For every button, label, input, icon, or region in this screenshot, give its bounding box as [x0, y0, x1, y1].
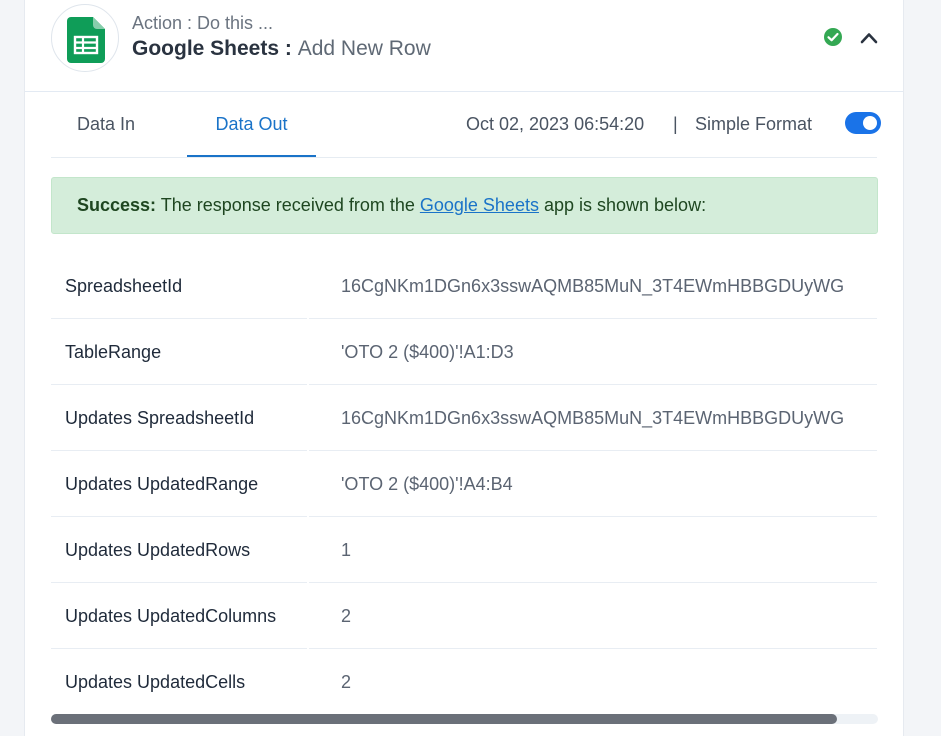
action-name: Add New Row — [297, 37, 431, 60]
horizontal-scrollbar[interactable] — [51, 714, 878, 724]
row-value: 16CgNKm1DGn6x3sswAQMB85MuN_3T4EWmHBBGDUy… — [309, 386, 877, 451]
action-title: Google Sheets : Add New Row — [132, 37, 431, 61]
action-card: Action : Do this ... Google Sheets : Add… — [24, 0, 904, 736]
row-value: 2 — [341, 672, 352, 692]
tab-data-in[interactable]: Data In — [51, 92, 161, 157]
row-key: TableRange — [51, 320, 307, 385]
check-circle-icon — [823, 27, 843, 52]
row-key: Updates SpreadsheetId — [51, 386, 307, 451]
table-row: Updates UpdatedCells 2 — [51, 650, 877, 714]
alert-text-after: app is shown below: — [538, 195, 707, 215]
success-alert: Success: The response received from the … — [51, 177, 878, 234]
row-value: 16CgNKm1DGn6x3sswAQMB85MuN_3T4EWmHBBGDUy… — [309, 254, 877, 319]
google-sheets-icon — [51, 4, 119, 72]
table-row: Updates UpdatedRange 'OTO 2 ($400)'!A4:B… — [51, 452, 877, 518]
row-key: Updates UpdatedColumns — [51, 584, 307, 649]
alert-prefix: Success: — [77, 195, 157, 215]
row-value: 2 — [309, 584, 877, 649]
tab-data-out[interactable]: Data Out — [187, 92, 316, 157]
separator: | — [673, 114, 678, 134]
alert-text-before: The response received from the — [156, 195, 420, 215]
row-value: 'OTO 2 ($400)'!A1:D3 — [309, 320, 877, 385]
row-key: Updates UpdatedCells — [65, 672, 246, 692]
timestamp: Oct 02, 2023 06:54:20 — [466, 114, 645, 134]
simple-format-label: Simple Format — [695, 114, 813, 134]
action-label: Action : Do this ... — [132, 13, 274, 33]
row-value: 'OTO 2 ($400)'!A4:B4 — [309, 452, 877, 517]
table-row: SpreadsheetId 16CgNKm1DGn6x3sswAQMB85MuN… — [51, 254, 877, 320]
table-row: Updates UpdatedRows 1 — [51, 518, 877, 584]
app-name: Google Sheets : — [132, 37, 292, 60]
table-row: Updates UpdatedColumns 2 — [51, 584, 877, 650]
chevron-up-icon[interactable] — [859, 28, 879, 53]
tabs-bar: Data In Data Out Oct 02, 2023 06:54:20 |… — [51, 92, 881, 158]
data-out-table: SpreadsheetId 16CgNKm1DGn6x3sswAQMB85MuN… — [51, 254, 877, 714]
table-row: TableRange 'OTO 2 ($400)'!A1:D3 — [51, 320, 877, 386]
simple-format-toggle[interactable] — [845, 112, 881, 134]
row-value: 1 — [309, 518, 877, 583]
action-header[interactable]: Action : Do this ... Google Sheets : Add… — [25, 0, 903, 92]
google-sheets-link[interactable]: Google Sheets — [420, 195, 539, 215]
row-key: SpreadsheetId — [51, 254, 307, 319]
row-key: Updates UpdatedRows — [51, 518, 307, 583]
toggle-knob — [863, 116, 877, 130]
row-key: Updates UpdatedRange — [51, 452, 307, 517]
scrollbar-thumb[interactable] — [51, 714, 837, 724]
table-row: Updates SpreadsheetId 16CgNKm1DGn6x3sswA… — [51, 386, 877, 452]
